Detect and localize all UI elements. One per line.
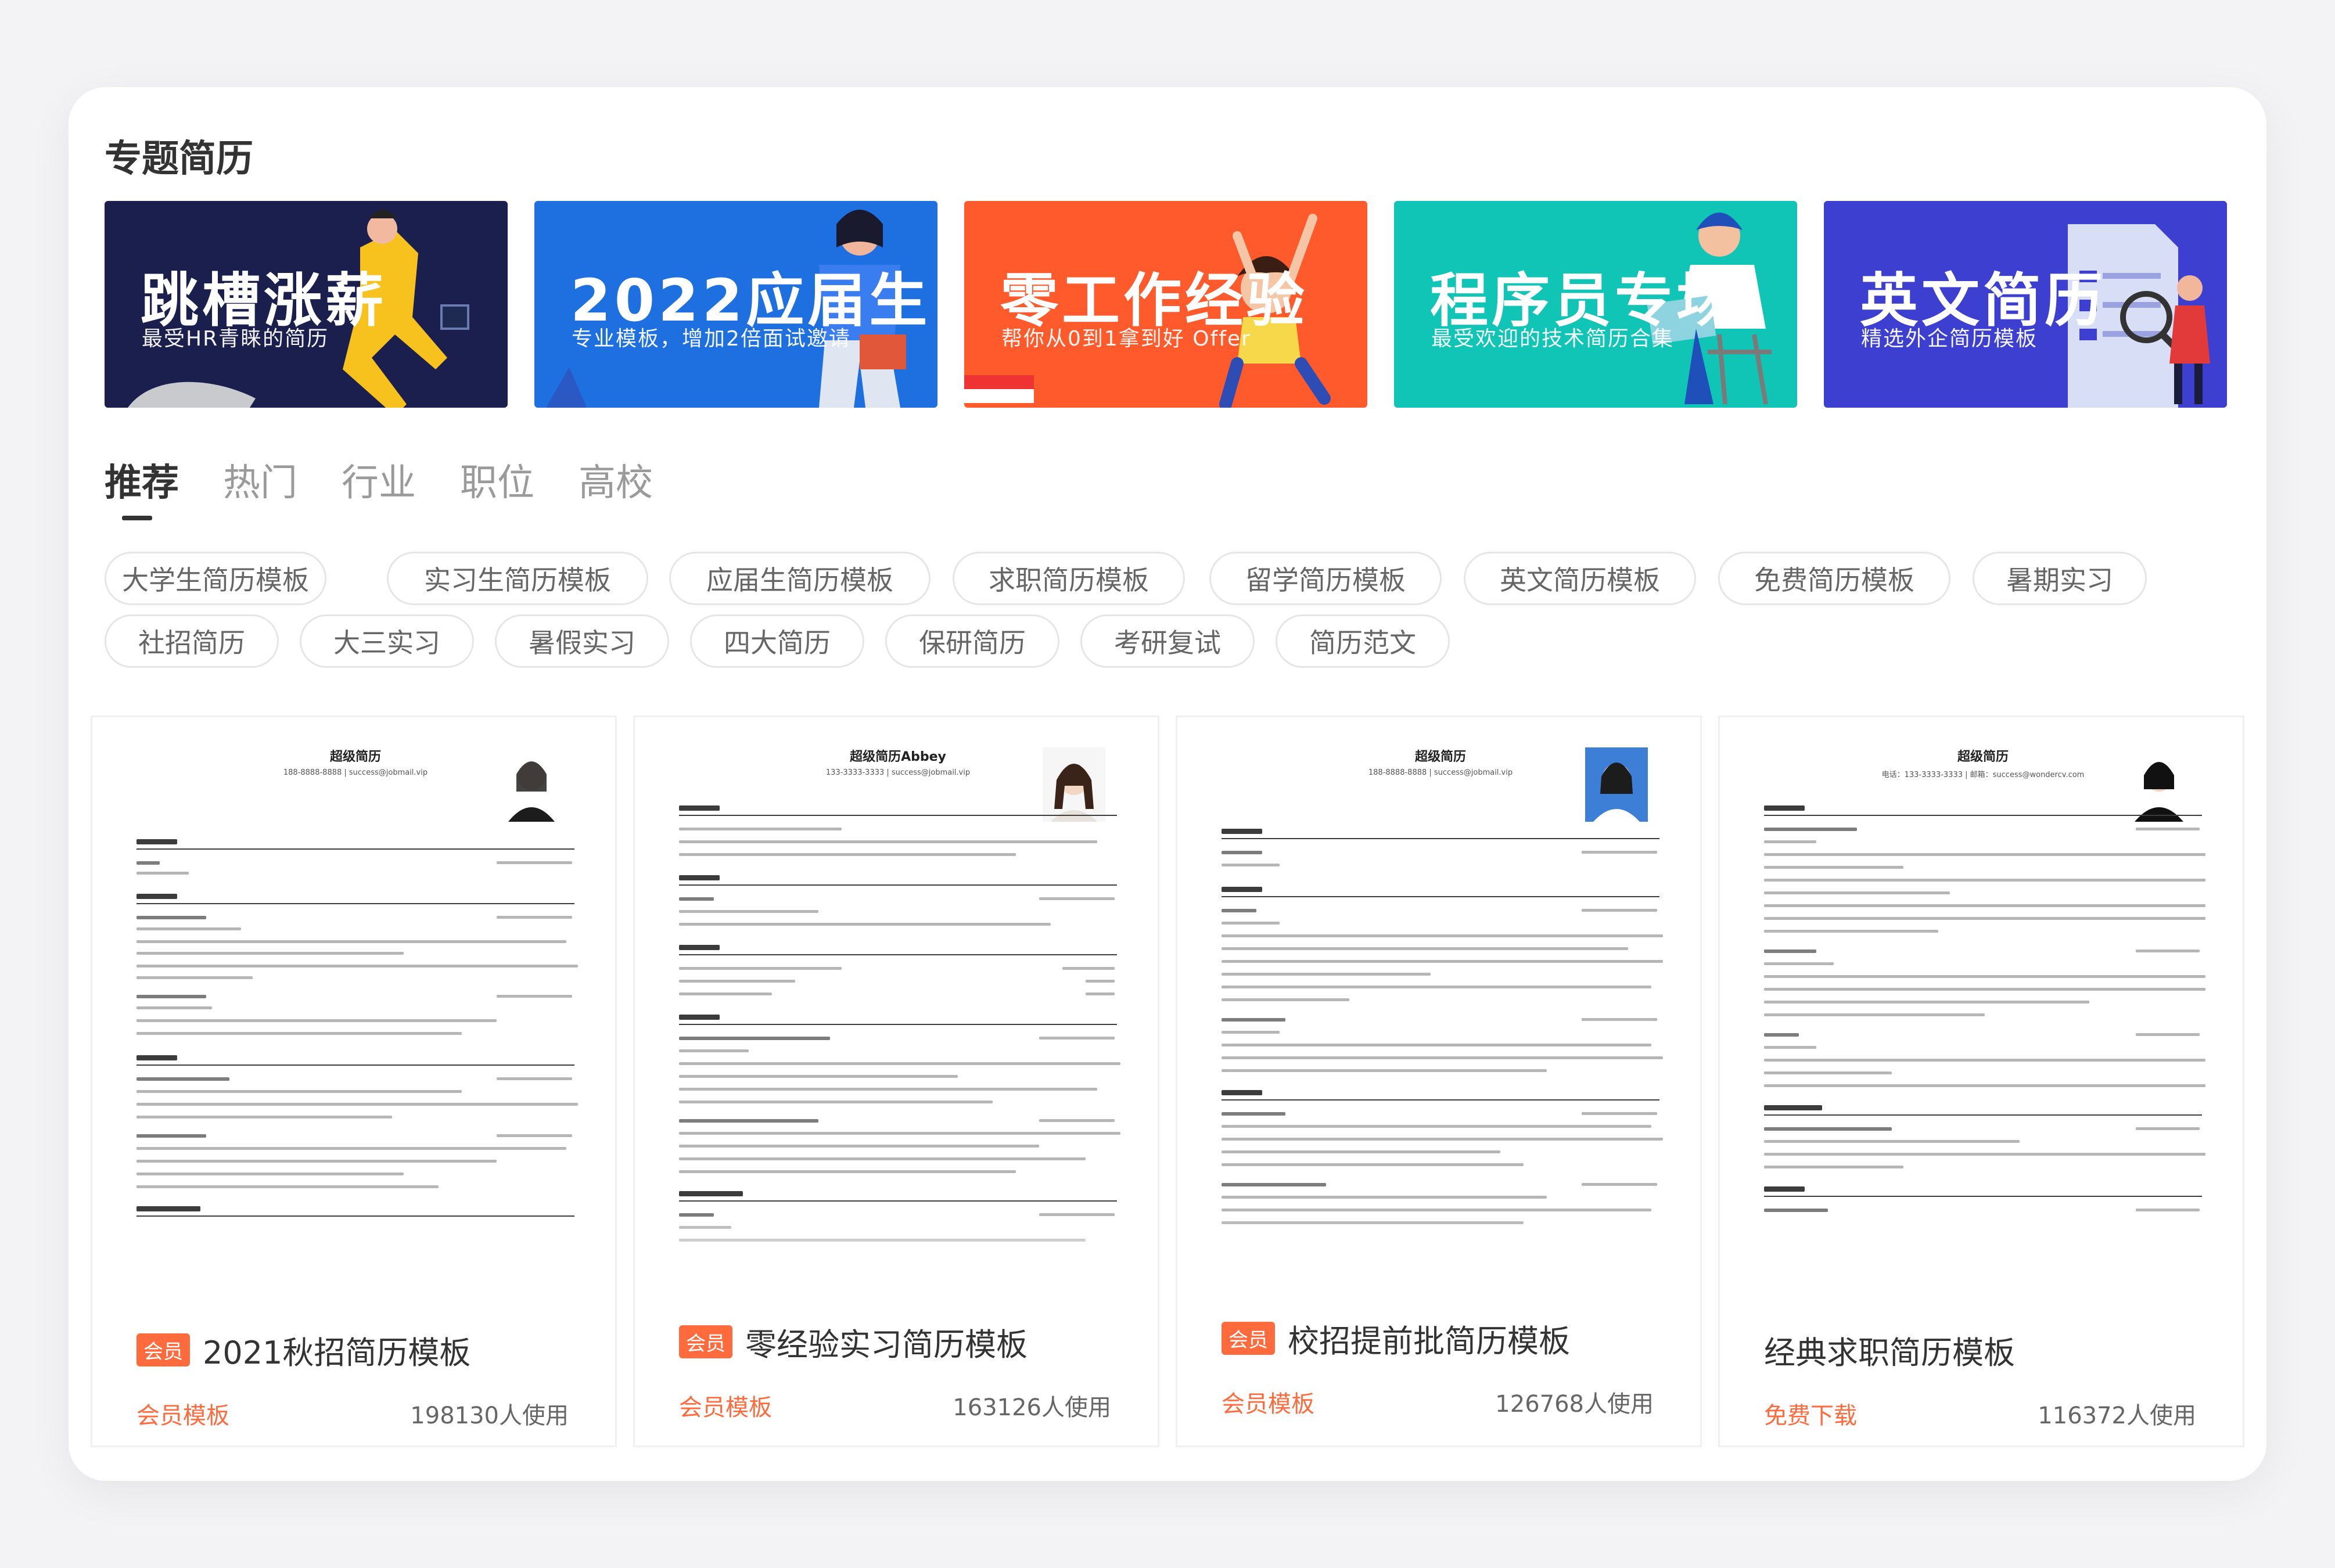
resume-preview: 超级简历Abbey 133-3333-3333 | success@jobmai… [656,724,1140,1288]
resume-preview: 超级简历 电话：133-3333-3333 | 邮箱：success@wonde… [1741,724,2225,1288]
tag-summer-vacation[interactable]: 暑假实习 [495,614,669,668]
banner-subtitle: 最受欢迎的技术简历合集 [1431,327,1675,351]
banner-subtitle: 精选外企简历模板 [1861,327,2038,351]
card-title: 经典求职简历模板 [1764,1335,2015,1371]
template-card[interactable]: 超级简历 188-8888-8888 | success@jobmail.vip… [1176,715,1702,1447]
tab-position[interactable]: 职位 [460,453,534,506]
banner-job-hop[interactable]: 跳槽涨薪 最受HR青睐的简历 [105,201,508,408]
member-badge: 会员 [679,1325,732,1358]
card-title-row: 会员 零经验实习简历模板 [679,1319,1028,1365]
tag-social-recruitment[interactable]: 社招简历 [105,614,279,668]
card-usage: 163126人使用 [953,1394,1111,1421]
tag-intern[interactable]: 实习生简历模板 [387,552,648,605]
tab-industry[interactable]: 行业 [342,453,416,506]
card-usage: 198130人使用 [410,1402,569,1429]
profile-photo [1043,747,1105,822]
member-badge: 会员 [136,1333,190,1366]
template-card[interactable]: 超级简历Abbey 133-3333-3333 | success@jobmai… [633,715,1159,1447]
tab-university[interactable]: 高校 [579,453,653,506]
tab-recommended[interactable]: 推荐 [105,453,179,506]
banner-subtitle: 专业模板，增加2倍面试邀请 [572,327,851,351]
card-title: 零经验实习简历模板 [745,1326,1028,1363]
profile-photo [2128,747,2190,822]
tag-college-student[interactable]: 大学生简历模板 [105,552,326,605]
card-title-row: 经典求职简历模板 [1764,1327,2015,1373]
tag-english[interactable]: 英文简历模板 [1464,552,1696,605]
profile-photo [500,747,563,822]
banner-subtitle: 最受HR青睐的简历 [142,327,329,351]
template-card[interactable]: 超级简历 电话：133-3333-3333 | 邮箱：success@wonde… [1718,715,2244,1447]
card-title-row: 会员 2021秋招简历模板 [136,1327,470,1373]
card-tag: 会员模板 [679,1394,772,1421]
card-tag: 免费下载 [1764,1402,1857,1429]
card-title: 校招提前批简历模板 [1288,1323,1570,1360]
template-card[interactable]: 超级简历 188-8888-8888 | success@jobmail.vip… [91,715,617,1447]
tag-free[interactable]: 免费简历模板 [1718,552,1950,605]
resume-preview: 超级简历 188-8888-8888 | success@jobmail.vip [113,724,598,1288]
card-usage: 126768人使用 [1495,1391,1654,1418]
card-usage: 116372人使用 [2038,1402,2196,1429]
card-tag: 会员模板 [1222,1391,1314,1418]
active-tab-indicator [122,516,152,520]
tag-study-abroad[interactable]: 留学简历模板 [1209,552,1442,605]
banner-subtitle: 帮你从0到1拿到好 Offer [1001,327,1251,351]
member-badge: 会员 [1222,1322,1275,1355]
tag-resume-samples[interactable]: 简历范文 [1276,614,1450,668]
banner-graduates[interactable]: 2022应届生 专业模板，增加2倍面试邀请 [534,201,937,408]
tag-postgrad-recommendation[interactable]: 保研简历 [885,614,1059,668]
section-title: 专题简历 [105,138,253,181]
tag-junior-internship[interactable]: 大三实习 [300,614,474,668]
tag-big-four[interactable]: 四大简历 [690,614,864,668]
card-title-row: 会员 校招提前批简历模板 [1222,1315,1570,1361]
profile-photo [1585,747,1648,822]
tab-popular[interactable]: 热门 [223,453,297,506]
card-title: 2021秋招简历模板 [203,1335,471,1371]
tag-fresh-graduate[interactable]: 应届生简历模板 [669,552,931,605]
card-tag: 会员模板 [136,1402,229,1429]
category-tabs: 推荐 热门 行业 职位 高校 [105,453,653,506]
banner-no-experience[interactable]: 零工作经验 帮你从0到1拿到好 Offer [964,201,1367,408]
tag-job-hunting[interactable]: 求职简历模板 [953,552,1185,605]
resume-preview: 超级简历 188-8888-8888 | success@jobmail.vip [1198,724,1683,1288]
banner-programmer[interactable]: 程序员专场 最受欢迎的技术简历合集 [1394,201,1797,408]
banner-english[interactable]: 英文简历 精选外企简历模板 [1824,201,2227,408]
banner-row: 跳槽涨薪 最受HR青睐的简历 2022应届生 专业模板，增加2倍面试邀请 零工作… [105,201,2227,408]
tag-summer-internship[interactable]: 暑期实习 [1973,552,2147,605]
tag-postgrad-interview[interactable]: 考研复试 [1080,614,1255,668]
